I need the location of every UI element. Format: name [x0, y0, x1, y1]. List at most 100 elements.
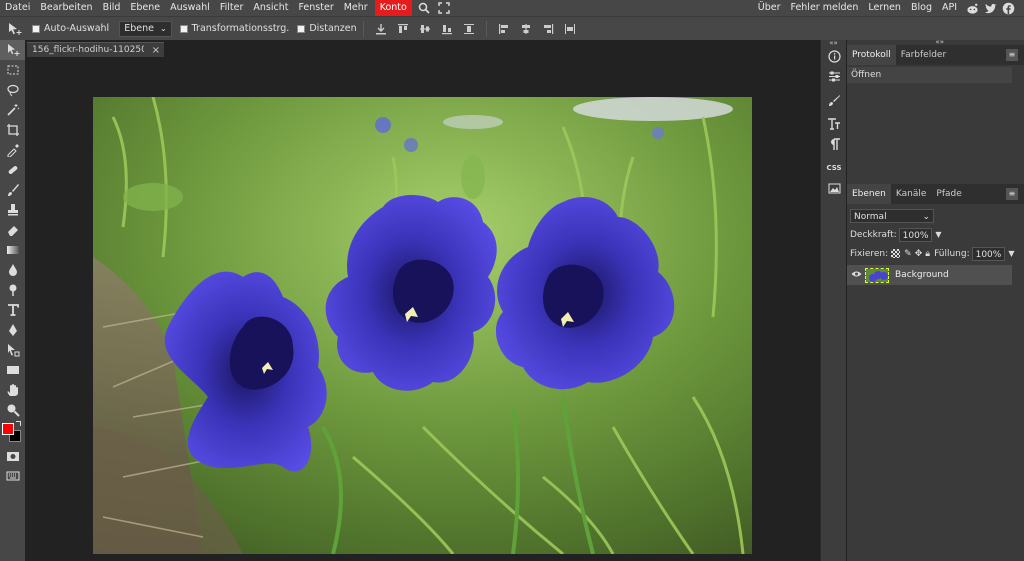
reddit-icon[interactable] [964, 0, 980, 16]
info-button[interactable] [821, 46, 847, 66]
layer-select[interactable]: Ebene ⌄ [119, 20, 172, 37]
divider [485, 20, 487, 37]
swap-colors-icon[interactable] [16, 421, 21, 426]
menu-fehler-melden[interactable]: Fehler melden [786, 0, 864, 16]
divider [362, 20, 364, 37]
lasso-tool[interactable] [0, 80, 25, 100]
menu-ueber[interactable]: Über [753, 0, 786, 16]
search-icon[interactable] [416, 0, 432, 16]
fullscreen-icon[interactable] [436, 0, 452, 16]
menu-blog[interactable]: Blog [906, 0, 937, 16]
image-button[interactable] [821, 178, 847, 198]
gradient-tool[interactable] [0, 240, 25, 260]
paragraph-button[interactable] [821, 134, 847, 154]
auto-select-checkbox[interactable]: Auto-Auswahl [32, 23, 109, 34]
panel-menu-icon[interactable]: ≡ [1006, 49, 1018, 61]
canvas-workspace[interactable]: 156_flickr-hodihu-11025026 × [25, 40, 820, 561]
dodge-tool[interactable] [0, 280, 25, 300]
auto-select-label: Auto-Auswahl [44, 23, 110, 34]
opacity-input[interactable]: 100% [898, 227, 933, 242]
move-tool[interactable] [0, 40, 25, 60]
marquee-tool[interactable] [0, 60, 25, 80]
tab-farbfelder[interactable]: Farbfelder [896, 45, 951, 65]
tab-ebenen[interactable]: Ebenen [847, 184, 891, 204]
lock-transparency-icon[interactable] [891, 249, 901, 258]
panel-menu-icon[interactable]: ≡ [1006, 188, 1018, 200]
zoom-icon [7, 404, 20, 417]
hand-tool[interactable] [0, 380, 25, 400]
zoom-tool[interactable] [0, 400, 25, 420]
tab-protokoll[interactable]: Protokoll [847, 45, 896, 65]
align-top-icon[interactable] [396, 22, 410, 36]
align-left-icon[interactable] [497, 22, 511, 36]
eyedropper-tool[interactable] [0, 140, 25, 160]
quick-mask-tool[interactable] [0, 446, 25, 466]
menu-ebene[interactable]: Ebene [125, 0, 165, 16]
move-tool-icon [4, 19, 24, 39]
chevron-down-icon[interactable]: ▼ [935, 230, 941, 239]
path-select-tool[interactable] [0, 340, 25, 360]
align-vcenter-icon[interactable] [418, 22, 432, 36]
align-hcenter-icon[interactable] [519, 22, 533, 36]
menu-datei[interactable]: Datei [0, 0, 35, 16]
align-right-icon[interactable] [541, 22, 555, 36]
transform-controls-checkbox[interactable]: Transformationsstrg. [179, 23, 290, 34]
keyboard-tool[interactable] [0, 466, 25, 486]
opacity-row: Deckkraft: 100% ▼ [847, 225, 1024, 244]
download-icon[interactable] [374, 22, 388, 36]
chevron-down-icon[interactable]: ▼ [1008, 249, 1014, 258]
facebook-icon[interactable] [1000, 0, 1016, 16]
pen-tool[interactable] [0, 320, 25, 340]
lock-all-icon[interactable]: 🔒︎ [925, 249, 930, 259]
layer-thumbnail [865, 267, 889, 283]
menu-konto[interactable]: Konto [374, 0, 412, 16]
shape-tool[interactable] [0, 360, 25, 380]
magic-wand-tool[interactable] [0, 100, 25, 120]
document-canvas[interactable] [93, 97, 752, 554]
distances-checkbox[interactable]: Distanzen [297, 23, 357, 34]
fill-input[interactable]: 100% [971, 246, 1006, 261]
menu-mehr[interactable]: Mehr [339, 0, 373, 16]
color-swatches[interactable] [0, 420, 25, 446]
menu-lernen[interactable]: Lernen [863, 0, 906, 16]
tab-kanaele[interactable]: Kanäle [891, 184, 932, 204]
eye-icon[interactable] [851, 270, 862, 281]
healing-tool[interactable] [0, 160, 25, 180]
stamp-tool[interactable] [0, 200, 25, 220]
blend-mode-select[interactable]: Normal ⌄ [850, 208, 934, 223]
blur-tool[interactable] [0, 260, 25, 280]
menu-api[interactable]: API [937, 0, 962, 16]
text-tool[interactable] [0, 300, 25, 320]
marquee-icon [7, 65, 18, 75]
css-icon: CSS [826, 164, 842, 172]
adjust-button[interactable] [821, 66, 847, 86]
menu-bearbeiten[interactable]: Bearbeiten [35, 0, 97, 16]
menu-auswahl[interactable]: Auswahl [165, 0, 215, 16]
text-tool-icon [7, 304, 19, 316]
camera-icon [6, 452, 19, 461]
chevron-down-icon: ⌄ [159, 23, 167, 33]
distribute-vertical-icon[interactable] [462, 22, 476, 36]
css-button[interactable]: CSS [821, 158, 847, 178]
layer-row[interactable]: Background [847, 265, 1012, 285]
close-icon[interactable]: × [152, 45, 160, 56]
lock-paint-icon[interactable]: ✎ [904, 249, 912, 259]
foreground-color[interactable] [2, 423, 14, 435]
distribute-horizontal-icon[interactable] [563, 22, 577, 36]
lock-move-icon[interactable]: ✥ [915, 249, 923, 259]
twitter-icon[interactable] [982, 0, 998, 16]
eraser-tool[interactable] [0, 220, 25, 240]
menu-bild[interactable]: Bild [98, 0, 126, 16]
menu-filter[interactable]: Filter [215, 0, 249, 16]
tab-pfade[interactable]: Pfade [931, 184, 966, 204]
align-bottom-icon[interactable] [440, 22, 454, 36]
menu-ansicht[interactable]: Ansicht [248, 0, 293, 16]
brush-tool[interactable] [0, 180, 25, 200]
document-tab[interactable]: 156_flickr-hodihu-11025026 × [27, 42, 164, 57]
history-entry[interactable]: Öffnen [847, 67, 1012, 83]
character-button[interactable] [821, 114, 847, 134]
brush-panel-button[interactable] [821, 90, 847, 110]
menu-fenster[interactable]: Fenster [293, 0, 338, 16]
crop-tool[interactable] [0, 120, 25, 140]
transform-controls-label: Transformationsstrg. [191, 23, 290, 34]
